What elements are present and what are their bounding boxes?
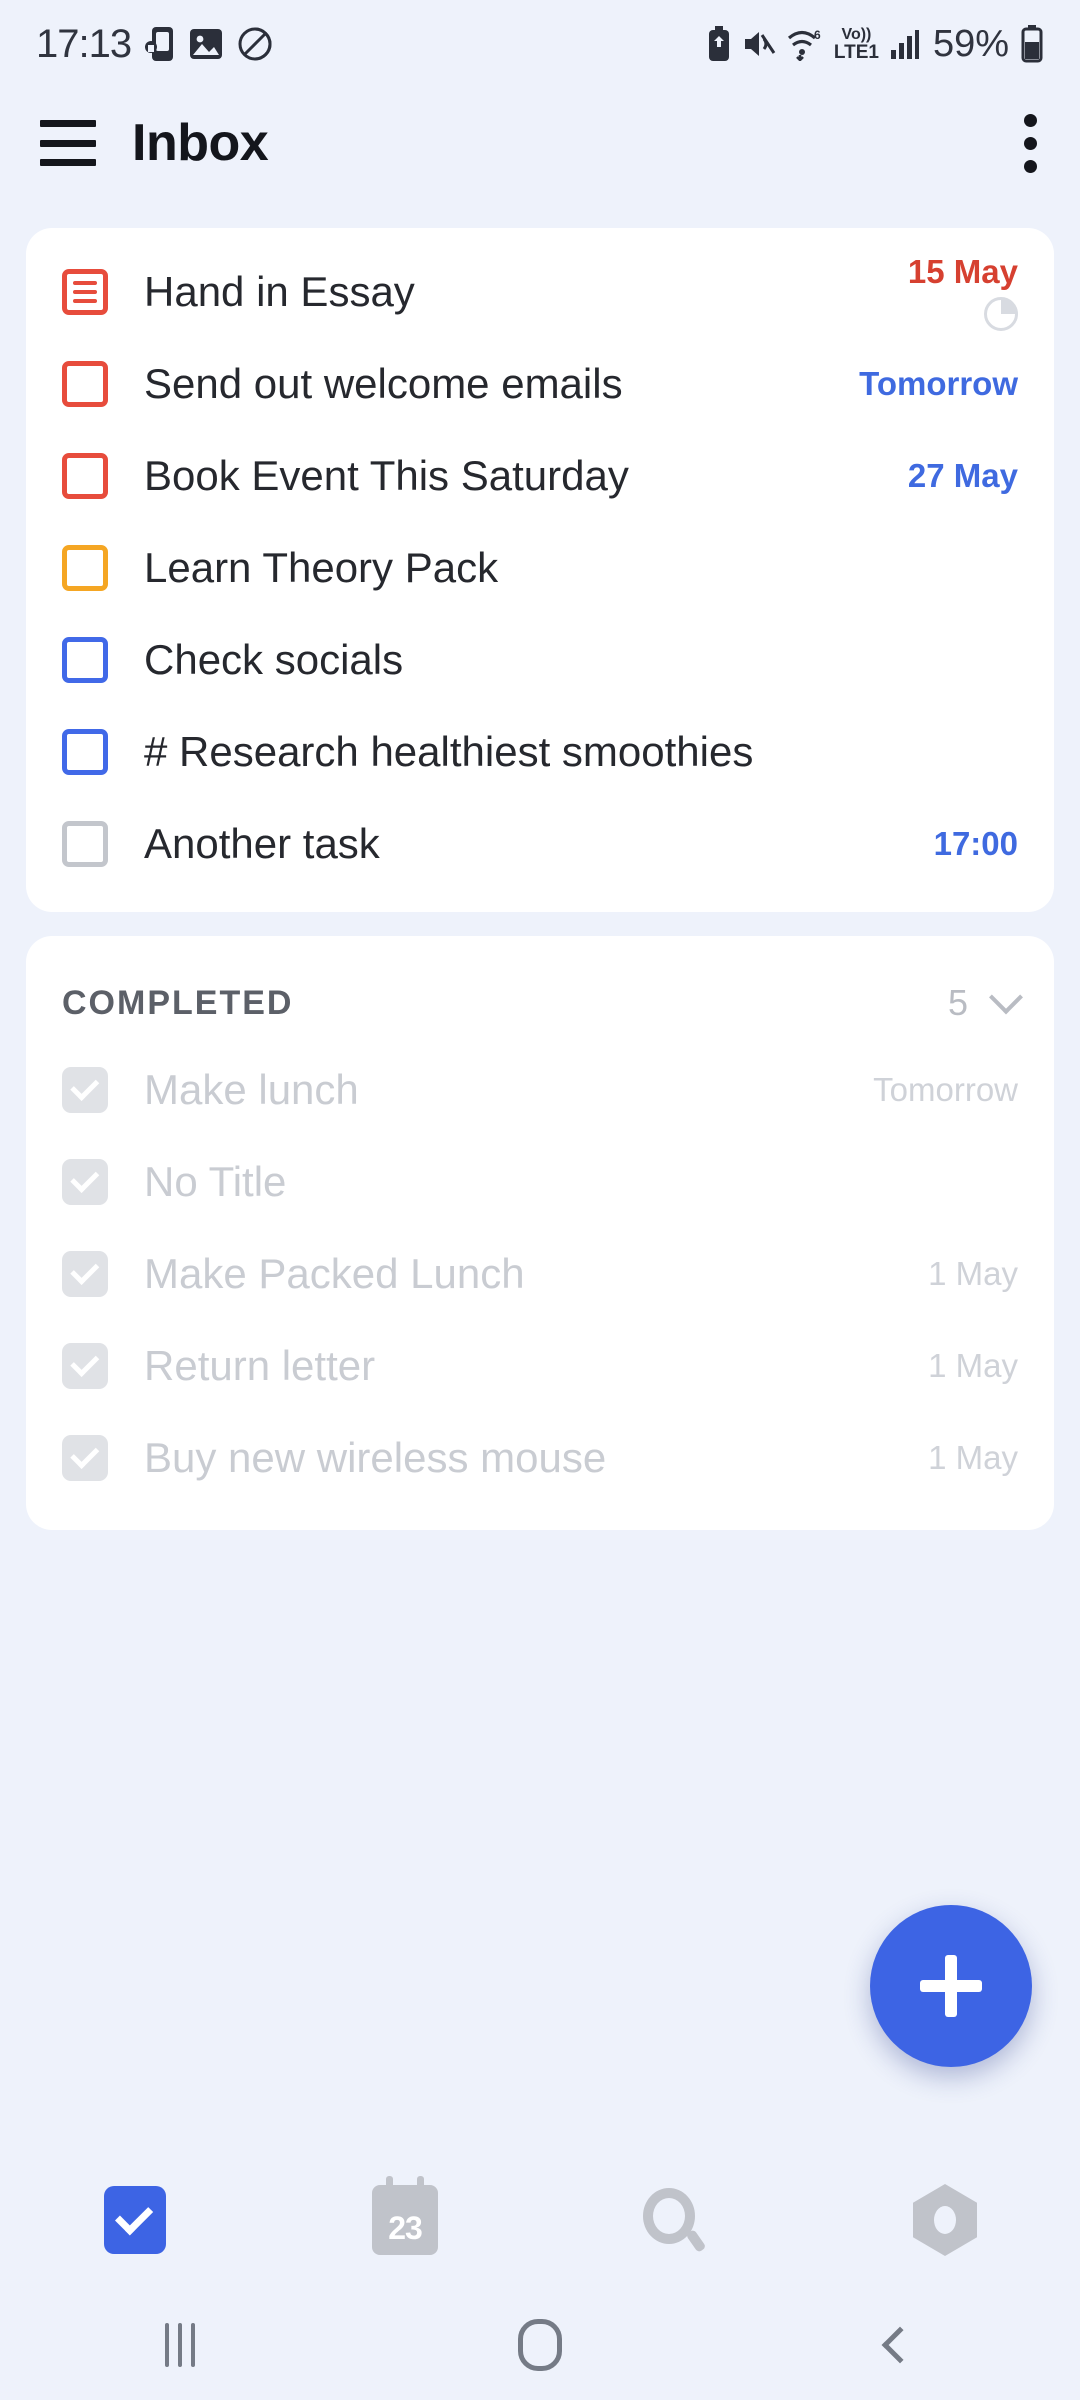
gear-icon [913, 2184, 977, 2256]
completed-date: 1 May [928, 1255, 1018, 1292]
phone-lock-icon [145, 25, 175, 63]
completed-row[interactable]: Make Packed Lunch 1 May [26, 1228, 1054, 1320]
subtask-list-icon[interactable] [62, 269, 108, 315]
task-row[interactable]: Another task 17:00 [26, 798, 1054, 890]
no-entry-icon [237, 26, 273, 62]
android-navigation-bar [0, 2290, 1080, 2400]
completed-date: Tomorrow [873, 1071, 1018, 1108]
checkbox-icon [104, 2186, 166, 2254]
svg-text:6: 6 [814, 28, 821, 42]
pie-progress-icon [984, 297, 1018, 331]
app-bar: Inbox [0, 88, 1080, 198]
completed-checkbox[interactable] [62, 1159, 108, 1205]
nav-item-settings[interactable] [810, 2184, 1080, 2256]
completed-checkbox[interactable] [62, 1251, 108, 1297]
task-title: Another task [144, 820, 380, 867]
bottom-navigation: 23 [0, 2150, 1080, 2290]
task-row[interactable]: Book Event This Saturday 27 May [26, 430, 1054, 522]
completed-title-text: Make Packed Lunch [144, 1250, 525, 1297]
mute-vibrate-icon [742, 28, 776, 60]
hamburger-icon[interactable] [40, 120, 96, 166]
home-button[interactable] [360, 2319, 720, 2371]
completed-section-card: COMPLETED 5 Make lunch Tomorrow No Title… [26, 936, 1054, 1530]
task-row[interactable]: # Research healthiest smoothies [26, 706, 1054, 798]
completed-row[interactable]: Buy new wireless mouse 1 May [26, 1412, 1054, 1504]
completed-date: 1 May [928, 1439, 1018, 1476]
task-checkbox[interactable] [62, 637, 108, 683]
task-row[interactable]: Learn Theory Pack [26, 522, 1054, 614]
task-checkbox[interactable] [62, 545, 108, 591]
completed-checkbox[interactable] [62, 1067, 108, 1113]
task-checkbox[interactable] [62, 729, 108, 775]
task-checkbox[interactable] [62, 821, 108, 867]
task-title: Book Event This Saturday [144, 452, 629, 499]
completed-header-right: 5 [947, 980, 1023, 1024]
completed-date: 1 May [928, 1347, 1018, 1384]
task-date: Tomorrow [859, 365, 1018, 402]
page-title: Inbox [132, 114, 269, 172]
nav-item-tasks[interactable] [0, 2186, 270, 2254]
status-bar-right: 6 Vo)) LTE1 59% [707, 23, 1044, 66]
completed-checkbox[interactable] [62, 1435, 108, 1481]
home-icon [518, 2319, 562, 2371]
completed-meta: 1 May [928, 1347, 1018, 1385]
task-meta: 27 May [908, 457, 1018, 495]
task-meta: 17:00 [934, 825, 1018, 863]
completed-meta: 1 May [928, 1255, 1018, 1293]
task-list-card: Hand in Essay 15 May Send out welcome em… [26, 228, 1054, 912]
completed-title-text: Make lunch [144, 1066, 359, 1113]
task-title: # Research healthiest smoothies [144, 728, 754, 775]
task-date: 17:00 [933, 825, 1018, 862]
completed-checkbox[interactable] [62, 1343, 108, 1389]
chevron-down-icon[interactable] [989, 980, 1023, 1015]
calendar-icon: 23 [372, 2176, 438, 2255]
task-row[interactable]: Send out welcome emails Tomorrow [26, 338, 1054, 430]
task-row[interactable]: Hand in Essay 15 May [26, 246, 1054, 338]
task-title: Learn Theory Pack [144, 544, 499, 591]
phone-screen: 17:13 6 Vo)) LTE1 59% Inbox Hand in Essa… [0, 0, 1080, 2400]
completed-meta: 1 May [928, 1439, 1018, 1477]
completed-title-text: No Title [144, 1158, 287, 1205]
task-meta: 15 May [908, 253, 1018, 331]
search-icon [643, 2188, 707, 2253]
completed-title: COMPLETED [62, 983, 294, 1022]
nav-item-calendar[interactable]: 23 [270, 2176, 540, 2255]
status-bar-clock: 17:13 [36, 21, 132, 66]
task-meta: Tomorrow [859, 365, 1018, 403]
battery-icon [1020, 25, 1044, 63]
task-checkbox[interactable] [62, 453, 108, 499]
image-icon [189, 27, 223, 61]
volte-icon: Vo)) LTE1 [833, 25, 879, 63]
task-title: Check socials [144, 636, 404, 683]
add-task-fab[interactable] [870, 1905, 1032, 2067]
nav-item-search[interactable] [540, 2188, 810, 2253]
completed-title-text: Buy new wireless mouse [144, 1434, 607, 1481]
completed-meta: Tomorrow [873, 1071, 1018, 1109]
calendar-day-number: 23 [388, 2210, 423, 2246]
back-icon [881, 2326, 919, 2364]
back-button[interactable] [720, 2326, 1080, 2364]
recents-button[interactable] [0, 2323, 360, 2367]
task-date: 27 May [907, 457, 1018, 494]
task-title: Hand in Essay [144, 268, 415, 315]
signal-icon [890, 28, 920, 60]
completed-row[interactable]: Make lunch Tomorrow [26, 1044, 1054, 1136]
task-checkbox[interactable] [62, 361, 108, 407]
task-row[interactable]: Check socials [26, 614, 1054, 706]
completed-count: 5 [947, 982, 968, 1023]
task-date: 15 May [907, 253, 1018, 290]
status-bar: 17:13 6 Vo)) LTE1 59% [0, 0, 1080, 88]
completed-row[interactable]: No Title [26, 1136, 1054, 1228]
task-title: Send out welcome emails [144, 360, 623, 407]
completed-row[interactable]: Return letter 1 May [26, 1320, 1054, 1412]
more-vertical-icon[interactable] [1020, 113, 1040, 173]
completed-header[interactable]: COMPLETED 5 [26, 936, 1054, 1044]
recents-icon [165, 2323, 195, 2367]
completed-title-text: Return letter [144, 1342, 376, 1389]
status-bar-left: 17:13 [36, 22, 273, 67]
battery-saver-icon [707, 26, 731, 62]
battery-percent: 59% [932, 22, 1009, 65]
wifi-icon: 6 [787, 27, 823, 61]
